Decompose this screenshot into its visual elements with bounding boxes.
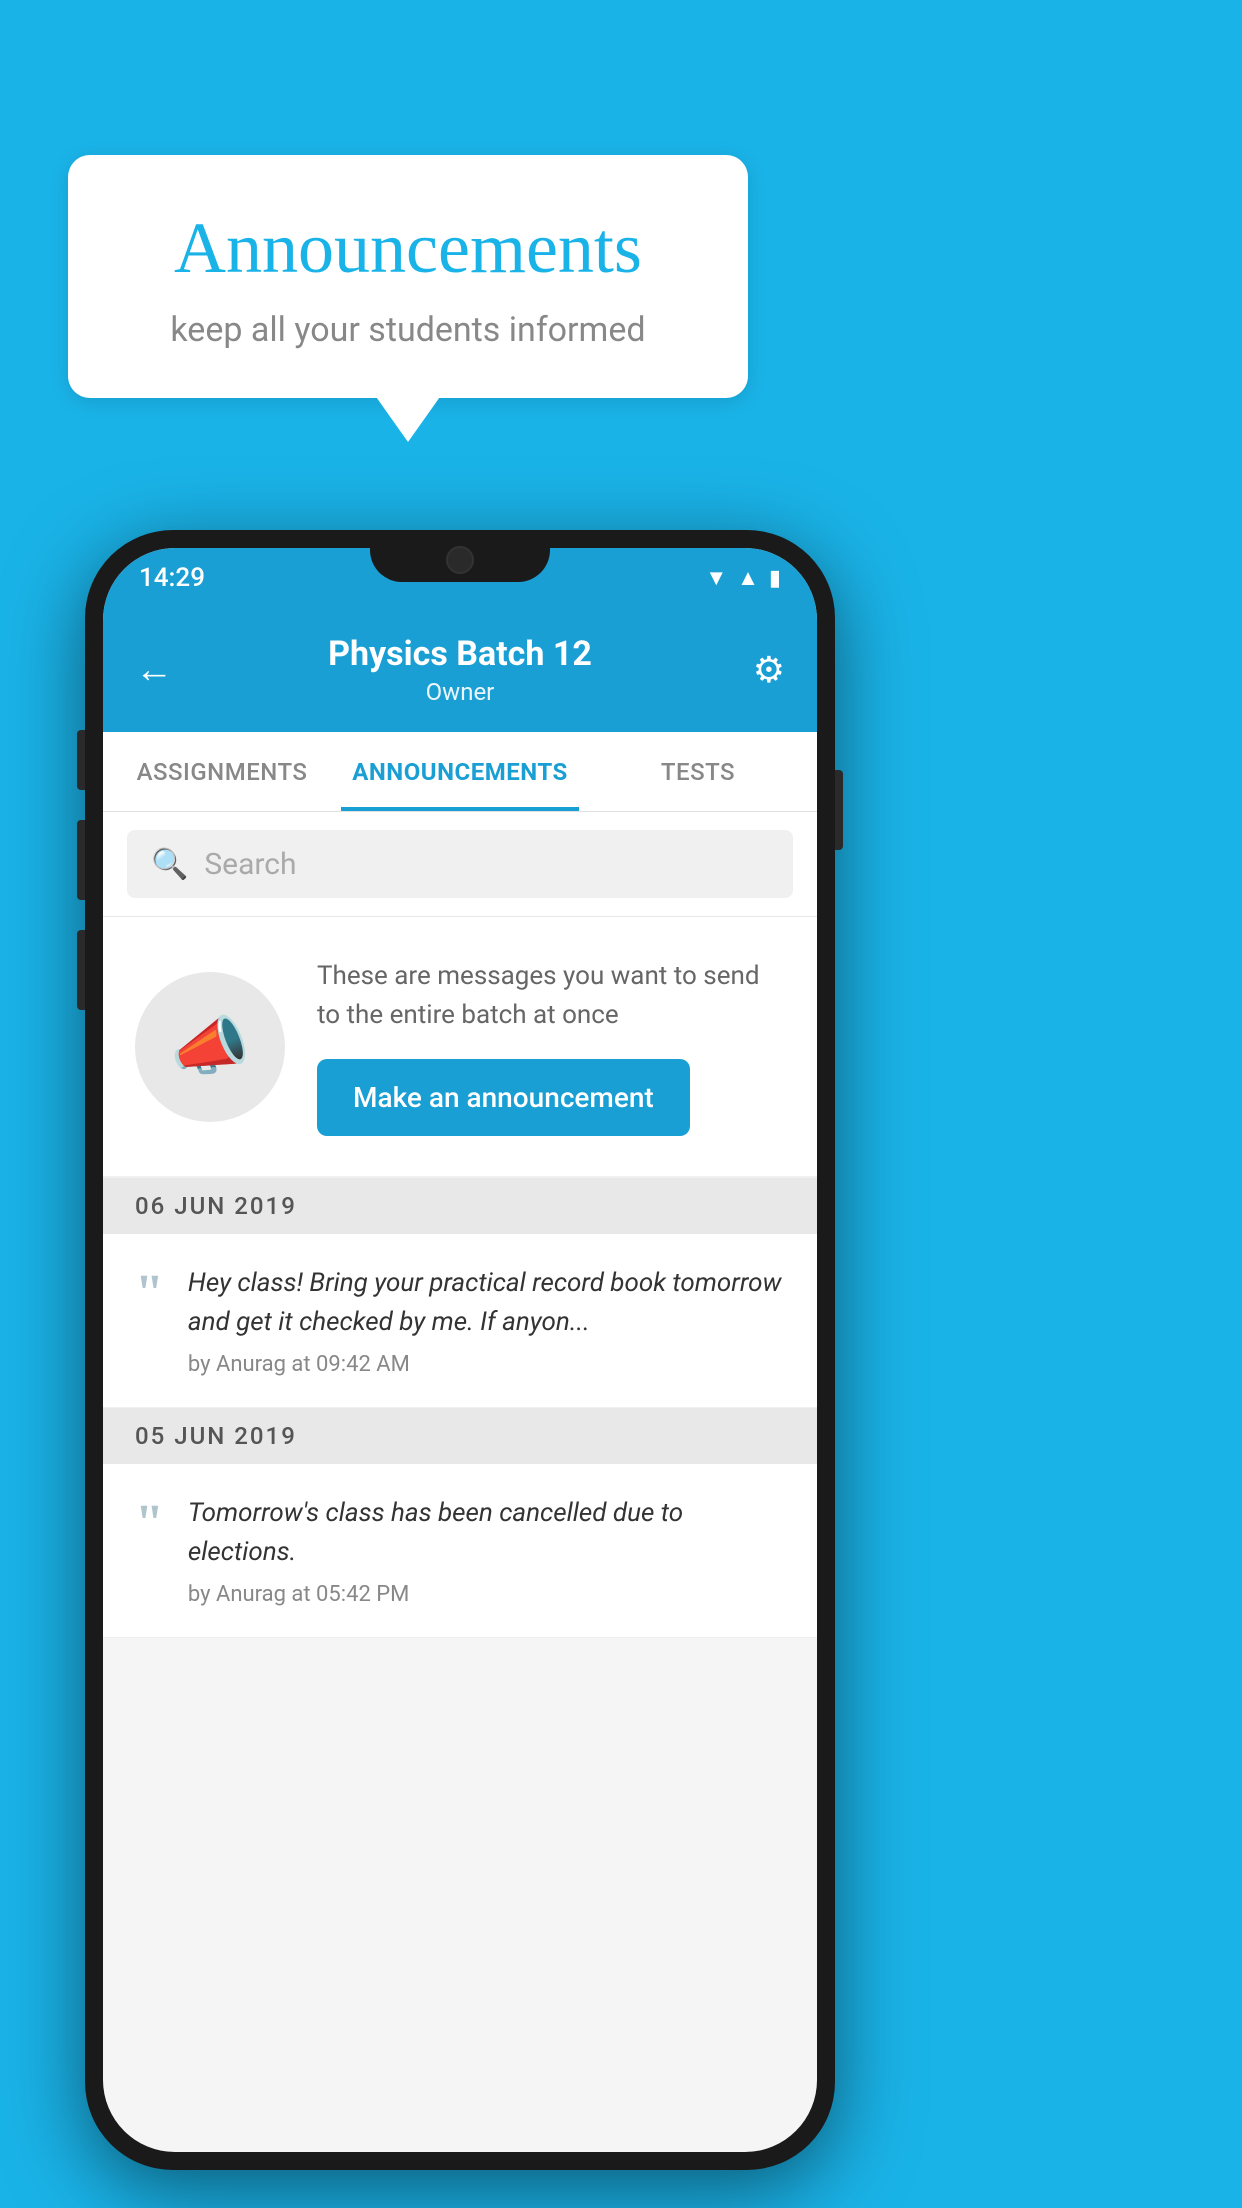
status-time: 14:29	[139, 563, 205, 593]
settings-icon[interactable]: ⚙	[725, 649, 785, 691]
cta-right: These are messages you want to send to t…	[317, 957, 785, 1136]
quote-icon-2: "	[135, 1498, 164, 1550]
search-bar-container: 🔍 Search	[103, 812, 817, 917]
announcement-item-2[interactable]: " Tomorrow's class has been cancelled du…	[103, 1464, 817, 1638]
announcement-author-1: by Anurag at 09:42 AM	[188, 1352, 785, 1377]
speech-bubble-card: Announcements keep all your students inf…	[68, 155, 748, 398]
phone-screen: 14:29 ▼ ▲ ▮ ← Physics Batch 12 Owner ⚙	[103, 548, 817, 2152]
announcement-text-2: Tomorrow's class has been cancelled due …	[188, 1494, 785, 1572]
search-bar[interactable]: 🔍 Search	[127, 830, 793, 898]
power-button	[835, 770, 843, 850]
status-icons: ▼ ▲ ▮	[705, 565, 781, 591]
volume-mute-button	[77, 730, 85, 790]
wifi-icon: ▼	[705, 565, 727, 591]
announcement-icon-circle: 📣	[135, 972, 285, 1122]
header-title: Physics Batch 12	[195, 634, 725, 674]
announcement-content-2: Tomorrow's class has been cancelled due …	[188, 1494, 785, 1607]
header-subtitle: Owner	[195, 678, 725, 706]
announcement-content-1: Hey class! Bring your practical record b…	[188, 1264, 785, 1377]
front-camera	[446, 546, 474, 574]
cta-description: These are messages you want to send to t…	[317, 957, 785, 1035]
search-icon: 🔍	[151, 847, 188, 882]
speech-bubble-title: Announcements	[128, 207, 688, 290]
search-placeholder: Search	[204, 847, 296, 882]
back-button[interactable]: ←	[135, 648, 195, 692]
date-separator-2: 05 JUN 2019	[103, 1408, 817, 1464]
speech-bubble-subtitle: keep all your students informed	[128, 310, 688, 350]
battery-icon: ▮	[769, 566, 781, 591]
phone-frame: 14:29 ▼ ▲ ▮ ← Physics Batch 12 Owner ⚙	[85, 530, 835, 2170]
phone-device: 14:29 ▼ ▲ ▮ ← Physics Batch 12 Owner ⚙	[85, 530, 835, 2170]
tab-announcements[interactable]: ANNOUNCEMENTS	[341, 732, 579, 811]
tab-assignments[interactable]: ASSIGNMENTS	[103, 732, 341, 811]
announcement-cta-section: 📣 These are messages you want to send to…	[103, 917, 817, 1178]
tab-tests[interactable]: TESTS	[579, 732, 817, 811]
announcement-author-2: by Anurag at 05:42 PM	[188, 1582, 785, 1607]
volume-down-button	[77, 930, 85, 1010]
header-title-block: Physics Batch 12 Owner	[195, 634, 725, 706]
speech-bubble: Announcements keep all your students inf…	[68, 155, 748, 398]
signal-icon: ▲	[737, 565, 759, 591]
screen-content: 14:29 ▼ ▲ ▮ ← Physics Batch 12 Owner ⚙	[103, 548, 817, 2152]
quote-icon-1: "	[135, 1268, 164, 1320]
make-announcement-button[interactable]: Make an announcement	[317, 1059, 690, 1136]
announcement-item-1[interactable]: " Hey class! Bring your practical record…	[103, 1234, 817, 1408]
app-header: ← Physics Batch 12 Owner ⚙	[103, 608, 817, 732]
phone-notch	[370, 530, 550, 582]
volume-up-button	[77, 820, 85, 900]
megaphone-icon: 📣	[170, 1009, 250, 1084]
announcement-text-1: Hey class! Bring your practical record b…	[188, 1264, 785, 1342]
date-separator-1: 06 JUN 2019	[103, 1178, 817, 1234]
tabs-bar: ASSIGNMENTS ANNOUNCEMENTS TESTS	[103, 732, 817, 812]
